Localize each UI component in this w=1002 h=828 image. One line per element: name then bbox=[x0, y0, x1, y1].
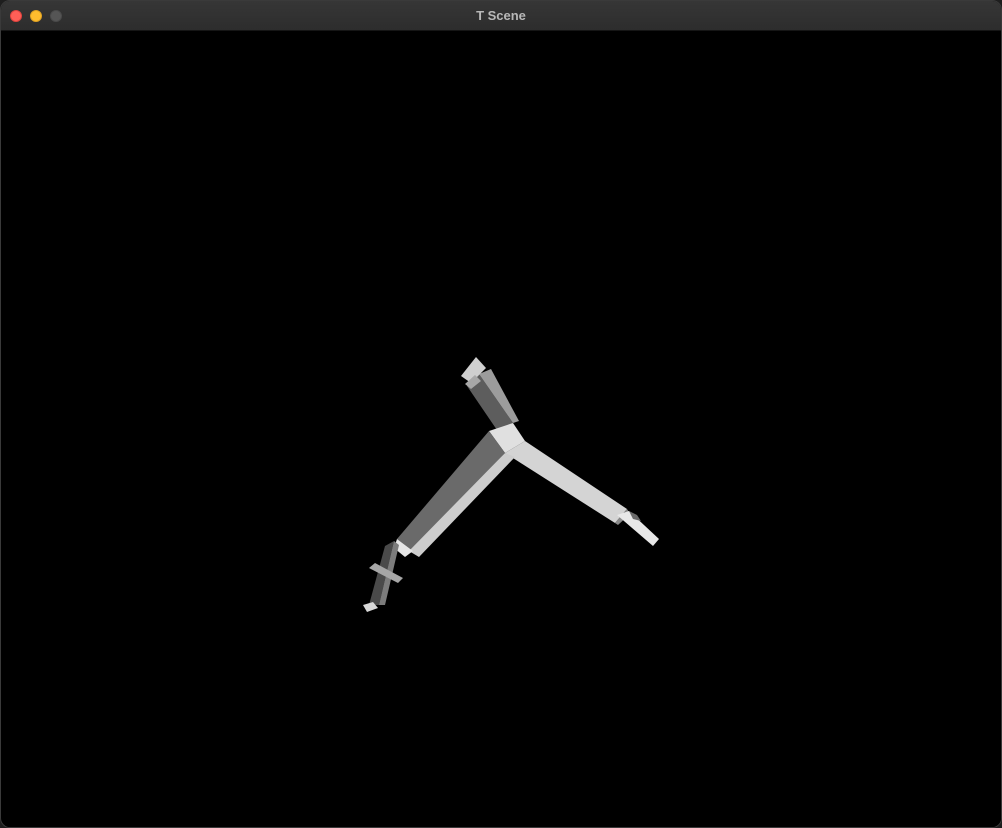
window-title: T Scene bbox=[476, 8, 526, 23]
scene-canvas[interactable] bbox=[5, 31, 1001, 827]
3d-viewport[interactable] bbox=[5, 31, 1001, 827]
app-window: T Scene bbox=[0, 0, 1002, 828]
title-bar[interactable]: T Scene bbox=[1, 1, 1001, 31]
